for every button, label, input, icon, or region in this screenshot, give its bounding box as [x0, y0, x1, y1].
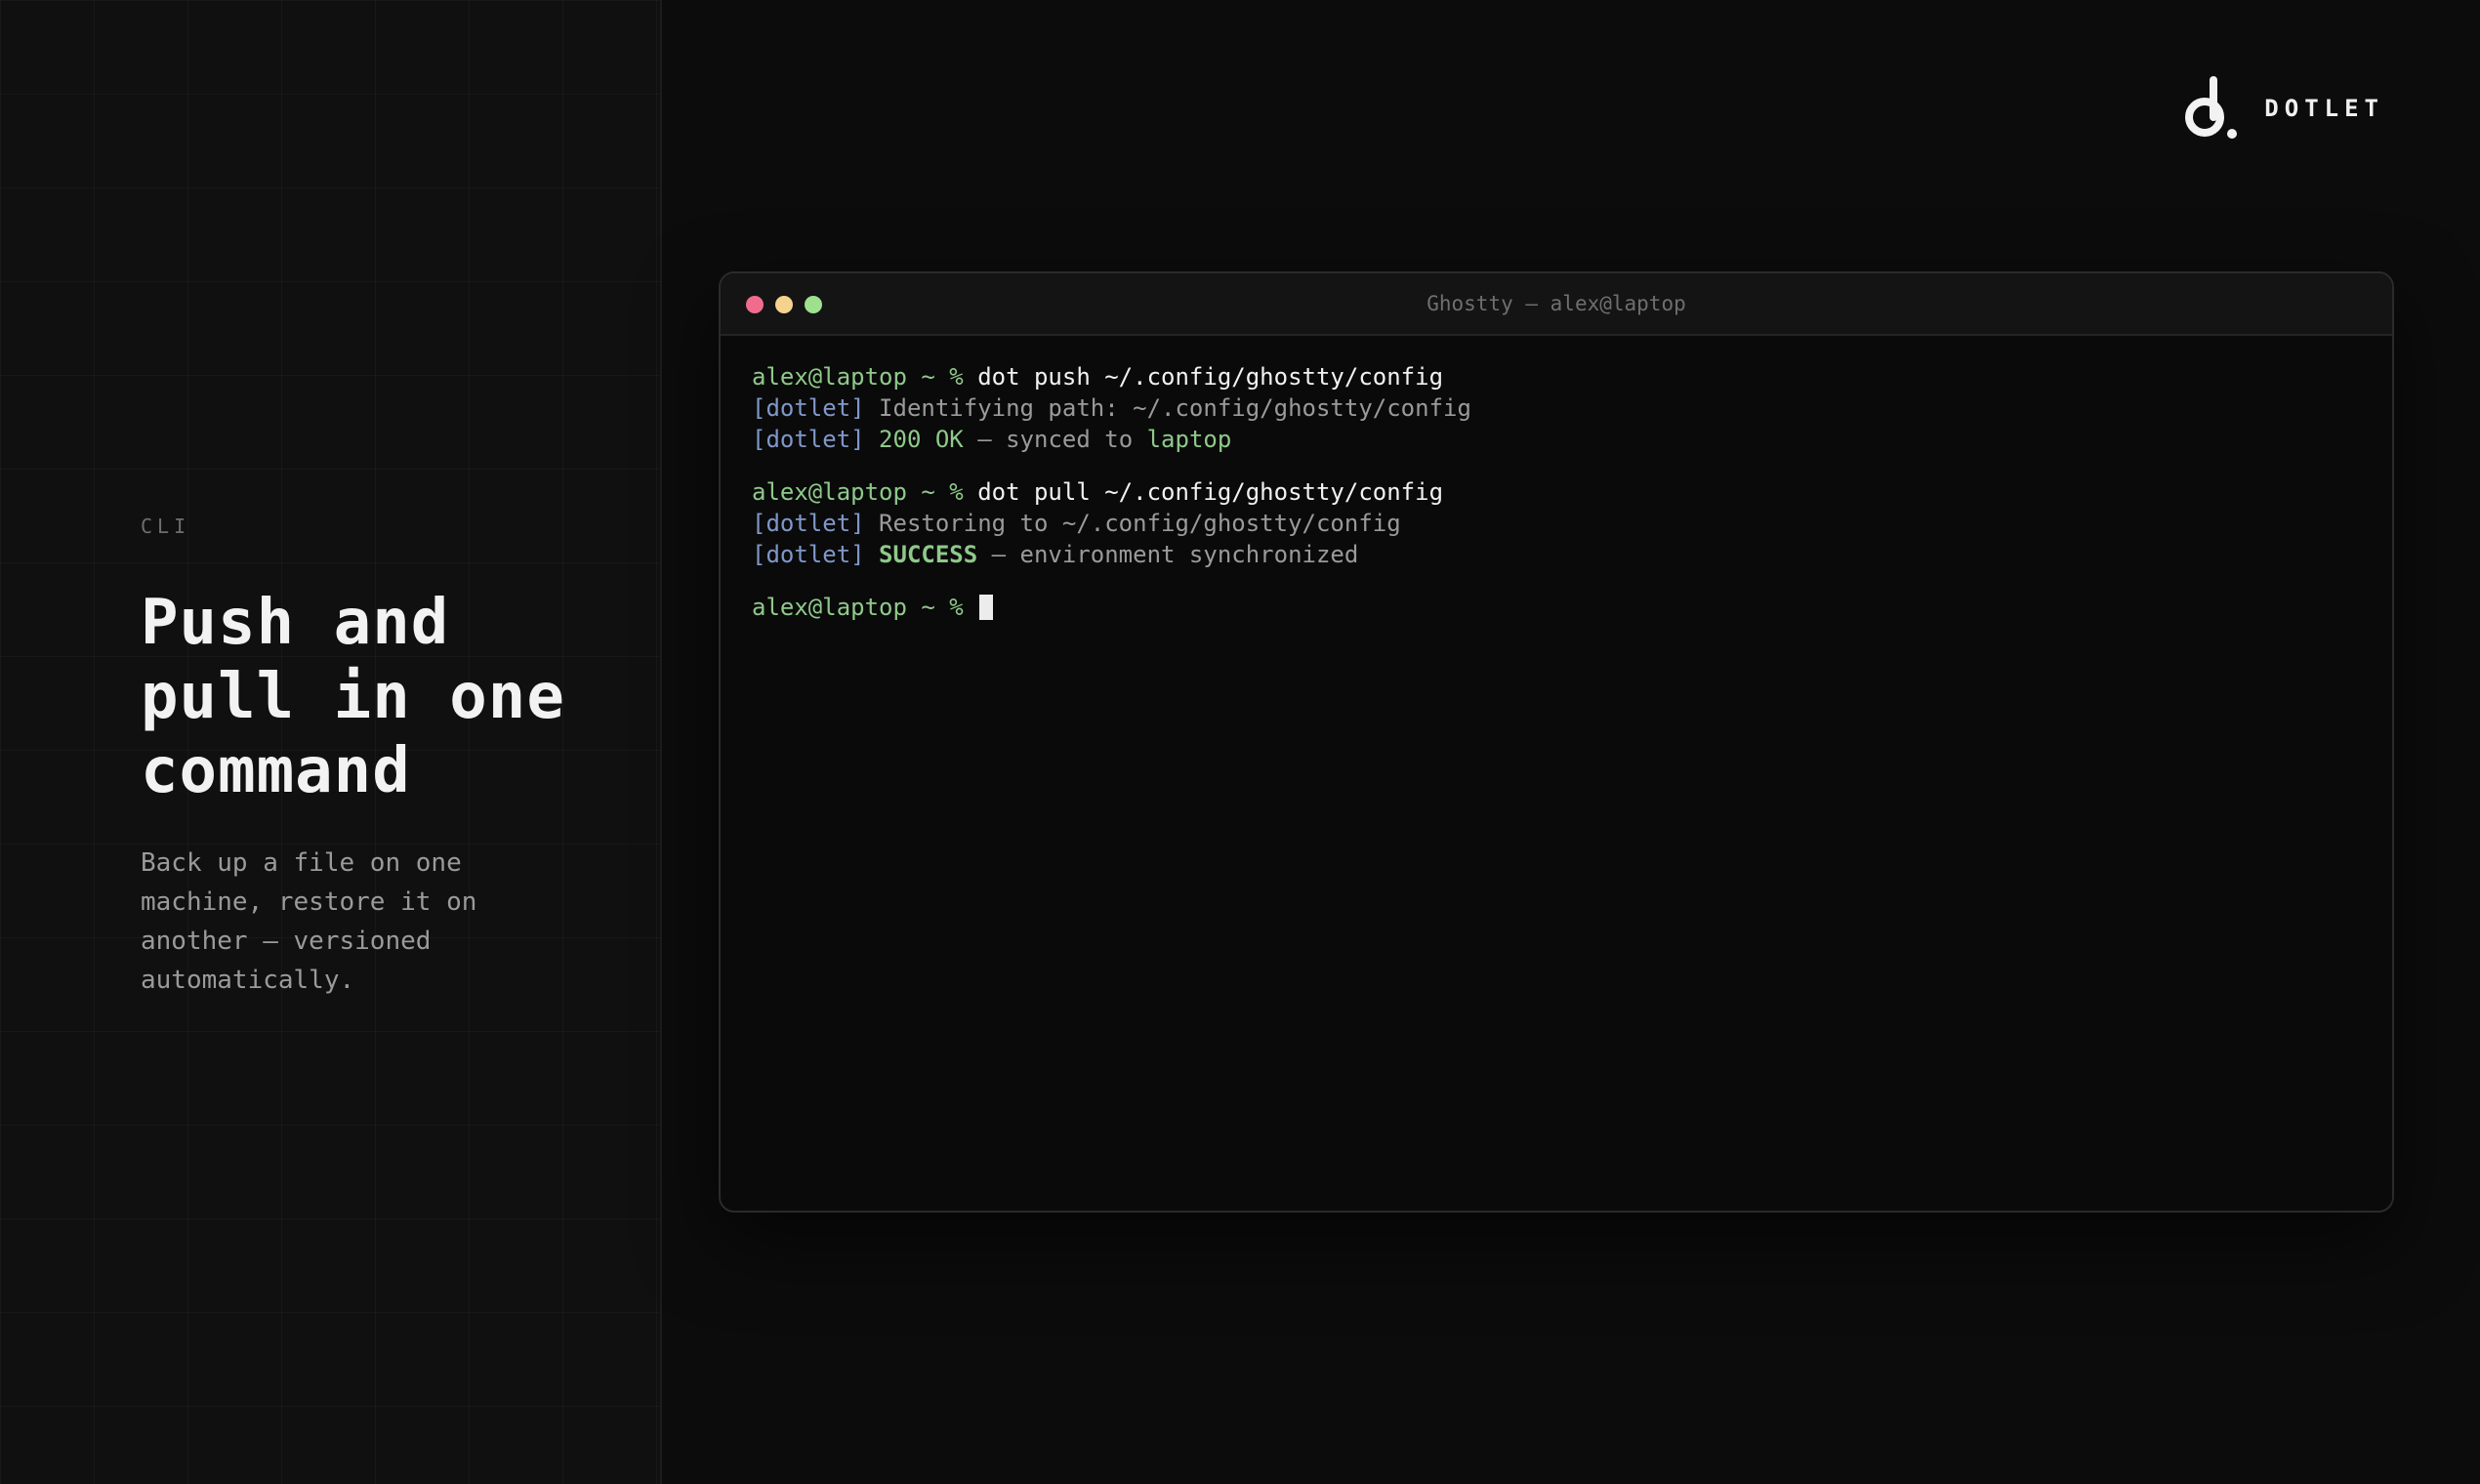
- output-line: [dotlet] Restoring to ~/.config/ghostty/…: [752, 508, 2361, 539]
- shell-prompt: alex@laptop ~ %: [752, 478, 978, 506]
- command-block-push: alex@laptop ~ % dot push ~/.config/ghost…: [752, 361, 2361, 455]
- hero-description: Back up a file on one machine, restore i…: [141, 848, 477, 995]
- left-panel: CLI Push and pull in one command Back up…: [0, 0, 662, 1484]
- terminal-title: Ghostty — alex@laptop: [1426, 292, 1686, 315]
- command-line: alex@laptop ~ % dot pull ~/.config/ghost…: [752, 476, 2361, 508]
- output-tag: [dotlet]: [752, 394, 865, 422]
- command-text: dot push ~/.config/ghostty/config: [977, 363, 1444, 391]
- headline-line: Push and: [141, 587, 450, 659]
- output-line: [dotlet] 200 OK — synced to laptop: [752, 424, 2361, 455]
- section-eyebrow: CLI: [141, 515, 191, 538]
- brand-name: DOTLET: [2264, 95, 2384, 122]
- hero-headline: Push and pull in one command: [141, 586, 599, 808]
- current-prompt-block[interactable]: alex@laptop ~ %: [752, 592, 2361, 623]
- text-cursor: [979, 595, 994, 620]
- command-line[interactable]: alex@laptop ~ %: [752, 592, 2361, 623]
- status-ok: 200 OK: [864, 426, 964, 453]
- shell-prompt: alex@laptop ~ %: [752, 363, 978, 391]
- command-block-pull: alex@laptop ~ % dot pull ~/.config/ghost…: [752, 476, 2361, 570]
- output-tag: [dotlet]: [752, 510, 865, 537]
- output-text: Restoring to ~/.config/ghostty/config: [864, 510, 1401, 537]
- output-text: — environment synchronized: [977, 541, 1359, 568]
- hero-content: CLI Push and pull in one command Back up…: [141, 510, 599, 1000]
- output-text: Identifying path: ~/.config/ghostty/conf…: [864, 394, 1471, 422]
- terminal-body[interactable]: alex@laptop ~ % dot push ~/.config/ghost…: [721, 336, 2392, 623]
- status-success: SUCCESS: [864, 541, 978, 568]
- command-text: dot pull ~/.config/ghostty/config: [977, 478, 1444, 506]
- shell-prompt: alex@laptop ~ %: [752, 594, 978, 621]
- output-line: [dotlet] Identifying path: ~/.config/gho…: [752, 392, 2361, 424]
- brand[interactable]: DOTLET: [2184, 76, 2384, 141]
- headline-line: pull in one: [141, 661, 565, 733]
- terminal-window[interactable]: Ghostty — alex@laptop alex@laptop ~ % do…: [719, 271, 2394, 1213]
- headline-line: command: [141, 735, 411, 807]
- output-text: — synced to: [963, 426, 1147, 453]
- output-tag: [dotlet]: [752, 426, 865, 453]
- dotlet-logo-icon: [2185, 76, 2238, 139]
- host-name: laptop: [1146, 426, 1232, 453]
- output-tag: [dotlet]: [752, 541, 865, 568]
- terminal-titlebar[interactable]: Ghostty — alex@laptop: [721, 273, 2392, 336]
- output-line: [dotlet] SUCCESS — environment synchroni…: [752, 539, 2361, 570]
- command-line: alex@laptop ~ % dot push ~/.config/ghost…: [752, 361, 2361, 392]
